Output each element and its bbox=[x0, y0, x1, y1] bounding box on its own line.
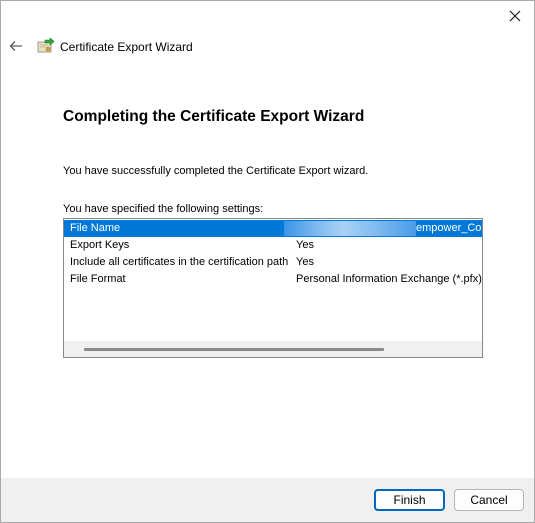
close-button[interactable] bbox=[502, 5, 528, 27]
setting-value: empower_Co bbox=[416, 222, 482, 234]
setting-name: Export Keys bbox=[70, 239, 130, 251]
settings-list[interactable]: File Name empower_Co Export Keys Yes Inc… bbox=[63, 218, 483, 358]
horizontal-scrollbar[interactable] bbox=[64, 341, 482, 357]
setting-value: Yes bbox=[296, 256, 314, 268]
setting-name: File Format bbox=[70, 273, 126, 285]
redacted-region bbox=[284, 221, 416, 236]
settings-row-file-name[interactable]: File Name empower_Co bbox=[64, 220, 482, 237]
setting-name: Include all certificates in the certific… bbox=[70, 256, 289, 268]
close-icon bbox=[509, 10, 521, 22]
success-message: You have successfully completed the Cert… bbox=[63, 165, 369, 177]
wizard-header: Certificate Export Wizard bbox=[1, 31, 534, 61]
settings-label: You have specified the following setting… bbox=[63, 203, 264, 215]
certificate-export-wizard-window: Certificate Export Wizard Completing the… bbox=[0, 0, 535, 523]
wizard-footer: Finish Cancel bbox=[1, 478, 534, 522]
setting-value: Yes bbox=[296, 239, 314, 251]
settings-row-file-format[interactable]: File Format Personal Information Exchang… bbox=[64, 271, 482, 288]
cancel-button[interactable]: Cancel bbox=[454, 489, 524, 511]
finish-button[interactable]: Finish bbox=[374, 489, 445, 511]
settings-row-include-all-certs[interactable]: Include all certificates in the certific… bbox=[64, 254, 482, 271]
setting-value: Personal Information Exchange (*.pfx) bbox=[296, 273, 482, 285]
back-button[interactable] bbox=[6, 37, 26, 55]
setting-name: File Name bbox=[70, 222, 121, 234]
window-title: Certificate Export Wizard bbox=[60, 40, 193, 54]
back-arrow-icon bbox=[9, 41, 22, 51]
page-heading: Completing the Certificate Export Wizard bbox=[63, 108, 365, 125]
scrollbar-thumb[interactable] bbox=[84, 348, 384, 351]
settings-row-export-keys[interactable]: Export Keys Yes bbox=[64, 237, 482, 254]
certificate-icon bbox=[37, 37, 55, 53]
